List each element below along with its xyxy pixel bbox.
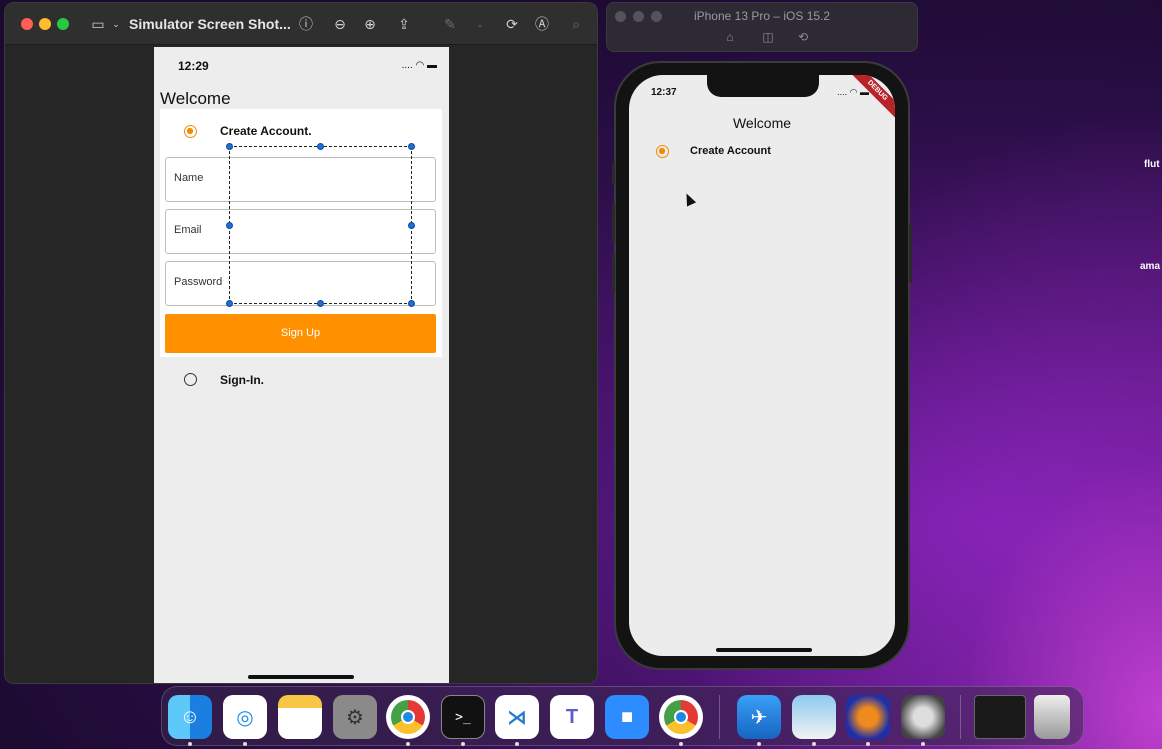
- volume-up-button: [612, 203, 615, 243]
- chrome-icon[interactable]: [659, 695, 703, 739]
- markup-icon[interactable]: Ⓐ: [533, 15, 551, 33]
- home-indicator: [248, 675, 354, 679]
- create-account-radio[interactable]: [656, 145, 669, 158]
- phone-screen: 12:37 .... ◠ ▬ DEBUG Welcome Create Acco…: [629, 75, 895, 656]
- sidebar-toggle-icon[interactable]: ▭: [89, 15, 107, 33]
- mouse-cursor: [681, 191, 697, 207]
- resize-handle[interactable]: [317, 143, 324, 150]
- vscode-icon[interactable]: ⋊: [495, 695, 539, 739]
- terminal-icon[interactable]: >_: [441, 695, 485, 739]
- safari-icon[interactable]: ◎: [223, 695, 267, 739]
- status-icons: .... ◠ ▬: [837, 87, 869, 97]
- notch: [707, 75, 819, 97]
- status-icons: .... ◠ ▬: [401, 60, 437, 71]
- resize-handle[interactable]: [317, 300, 324, 307]
- chrome-icon[interactable]: [386, 695, 430, 739]
- markup-pen-icon[interactable]: ✎: [441, 15, 459, 33]
- page-title: Welcome: [160, 89, 231, 108]
- running-indicator: [812, 742, 816, 746]
- password-field-label: Password: [174, 276, 223, 288]
- volume-down-button: [612, 253, 615, 293]
- notes-icon[interactable]: [278, 695, 322, 739]
- iphone-simulator: 12:37 .... ◠ ▬ DEBUG Welcome Create Acco…: [612, 61, 912, 670]
- resize-handle[interactable]: [408, 300, 415, 307]
- preview-icon[interactable]: [792, 695, 836, 739]
- selection-rectangle[interactable]: [226, 143, 415, 307]
- system-preferences-icon[interactable]: ⚙: [333, 695, 377, 739]
- running-indicator: [757, 742, 761, 746]
- sign-in-radio[interactable]: [184, 373, 197, 386]
- simulator-titlebar: iPhone 13 Pro – iOS 15.2 ⌂ ◫ ⟲: [606, 2, 918, 52]
- power-button: [909, 223, 912, 283]
- page-title: Welcome: [732, 115, 792, 131]
- running-indicator: [866, 742, 870, 746]
- quicktime-icon[interactable]: [901, 695, 945, 739]
- info-icon[interactable]: ⓘ: [297, 15, 315, 33]
- chevron-down-icon[interactable]: ⌄: [471, 15, 489, 33]
- running-indicator: [188, 742, 192, 746]
- running-indicator: [243, 742, 247, 746]
- running-indicator: [406, 742, 410, 746]
- zoom-in-icon[interactable]: ⊕: [361, 15, 379, 33]
- running-indicator: [679, 742, 683, 746]
- dock-separator: [719, 695, 720, 739]
- resize-handle[interactable]: [226, 300, 233, 307]
- home-icon[interactable]: ⌂: [722, 29, 738, 45]
- rotate-icon[interactable]: ⟲: [795, 29, 811, 45]
- search-icon[interactable]: ⌕: [567, 15, 585, 33]
- resize-handle[interactable]: [408, 143, 415, 150]
- name-field-label: Name: [174, 172, 204, 184]
- rotate-icon[interactable]: ⟳: [503, 15, 521, 33]
- resize-handle[interactable]: [408, 222, 415, 229]
- mute-switch: [612, 163, 615, 185]
- chevron-down-icon[interactable]: ⌄: [107, 15, 125, 33]
- desktop-label-1[interactable]: flut: [1144, 159, 1160, 170]
- sign-up-button[interactable]: Sign Up: [165, 314, 436, 353]
- running-indicator: [921, 742, 925, 746]
- audacity-icon[interactable]: [846, 695, 890, 739]
- running-indicator: [461, 742, 465, 746]
- status-time: 12:37: [651, 87, 677, 98]
- screenshot-canvas: 12:29 .... ◠ ▬ Welcome Create Account. N…: [154, 47, 449, 683]
- dock: ☺ ◎ ⚙ >_ ⋊ T ■ ✈: [161, 686, 1084, 746]
- create-account-radio[interactable]: [184, 125, 197, 138]
- resize-handle[interactable]: [226, 222, 233, 229]
- finder-icon[interactable]: ☺: [168, 695, 212, 739]
- testflight-icon[interactable]: ✈: [737, 695, 781, 739]
- resize-handle[interactable]: [226, 143, 233, 150]
- create-account-label: Create Account.: [220, 124, 312, 138]
- running-indicator: [515, 742, 519, 746]
- desktop-label-2[interactable]: ama: [1140, 261, 1160, 272]
- trash-icon[interactable]: [1034, 695, 1070, 739]
- sign-in-label: Sign-In.: [220, 373, 264, 387]
- simulator-title: iPhone 13 Pro – iOS 15.2: [693, 9, 831, 23]
- zoom-button[interactable]: [57, 18, 69, 30]
- status-time: 12:29: [178, 59, 209, 73]
- share-icon[interactable]: ⇪: [395, 15, 413, 33]
- terminal-window-icon[interactable]: [974, 695, 1026, 739]
- preview-window: ▭ ⌄ Simulator Screen Shot... ⓘ ⊖ ⊕ ⇪ ✎ ⌄…: [4, 2, 598, 684]
- close-button[interactable]: [21, 18, 33, 30]
- create-account-label: Create Account: [690, 145, 771, 157]
- home-indicator: [716, 648, 812, 652]
- email-field-label: Email: [174, 224, 202, 236]
- zoom-icon[interactable]: ■: [605, 695, 649, 739]
- zoom-out-icon[interactable]: ⊖: [331, 15, 349, 33]
- preview-toolbar: ▭ ⌄ Simulator Screen Shot... ⓘ ⊖ ⊕ ⇪ ✎ ⌄…: [5, 3, 597, 45]
- teams-icon[interactable]: T: [550, 695, 594, 739]
- dock-separator: [960, 695, 961, 739]
- minimize-button[interactable]: [39, 18, 51, 30]
- screenshot-icon[interactable]: ◫: [760, 29, 776, 45]
- window-title: Simulator Screen Shot...: [129, 16, 291, 32]
